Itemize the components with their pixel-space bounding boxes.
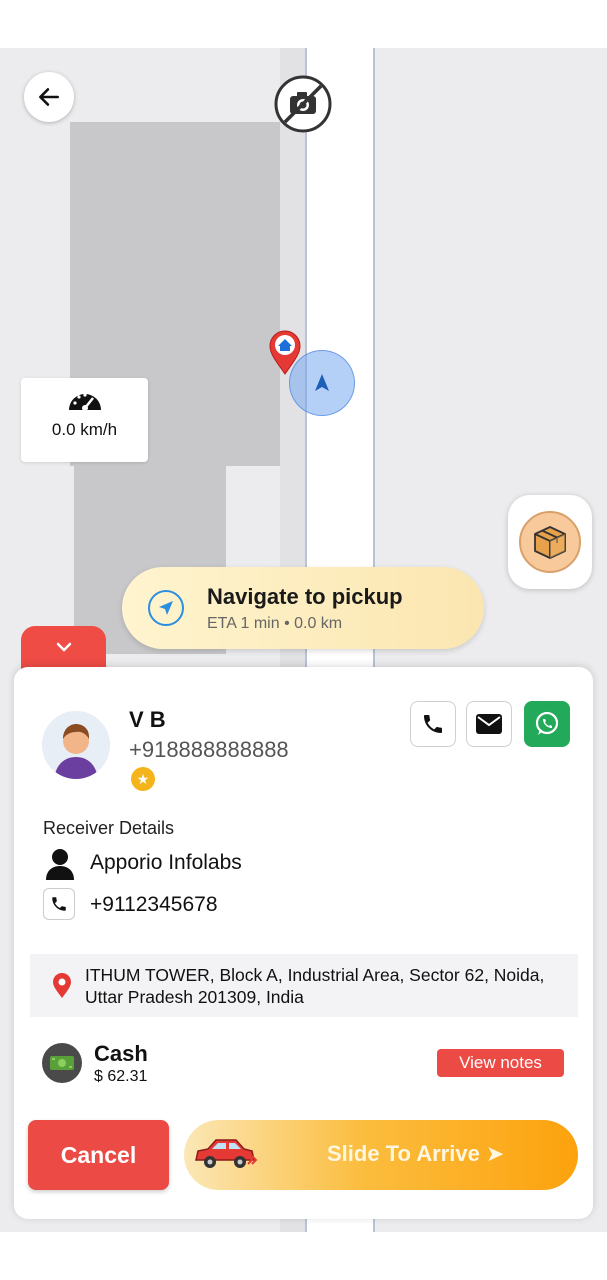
- speedometer-icon: [68, 393, 101, 411]
- view-notes-button[interactable]: View notes: [437, 1049, 564, 1077]
- cash-icon: [42, 1043, 82, 1083]
- person-icon: [46, 849, 74, 880]
- phone-icon: [52, 897, 66, 911]
- receiver-details-label: Receiver Details: [43, 818, 175, 838]
- navigate-eta: ETA 1 min • 0.0 km: [207, 615, 343, 632]
- payment-method: Cash: [94, 1041, 148, 1066]
- current-location-marker: [289, 350, 355, 416]
- navigate-to-pickup-banner[interactable]: Navigate to pickup ETA 1 min • 0.0 km: [122, 567, 484, 649]
- car-icon[interactable]: [192, 1134, 258, 1174]
- whatsapp-button[interactable]: [524, 701, 570, 747]
- parcel-button[interactable]: [508, 495, 592, 589]
- back-arrow-icon: [39, 88, 59, 106]
- receiver-call-button[interactable]: [43, 888, 75, 920]
- phone-icon: [424, 715, 442, 733]
- receiver-name: Apporio Infolabs: [90, 851, 242, 874]
- whatsapp-icon: [535, 711, 559, 735]
- avatar: [42, 711, 110, 779]
- trip-details-sheet: V B +918888888888 ★ Receiver Details App…: [14, 667, 593, 1219]
- call-button[interactable]: [410, 701, 456, 747]
- navigate-title: Navigate to pickup: [207, 584, 403, 609]
- message-button[interactable]: [466, 701, 512, 747]
- payment-amount: $ 62.31: [94, 1068, 148, 1085]
- address-card: ITHUM TOWER, Block A, Industrial Area, S…: [30, 954, 578, 1017]
- chevron-down-icon: [56, 642, 71, 652]
- back-button[interactable]: [24, 72, 74, 122]
- navigation-arrow-icon: [315, 374, 329, 391]
- customer-phone: +918888888888: [129, 737, 289, 762]
- address-text: ITHUM TOWER, Block A, Industrial Area, S…: [85, 965, 545, 1007]
- camera-off-icon: [274, 75, 332, 133]
- camera-toggle-button[interactable]: [273, 74, 333, 134]
- star-icon: ★: [131, 767, 155, 791]
- receiver-phone: +9112345678: [90, 893, 218, 916]
- slide-to-arrive-label: Slide To Arrive ➤: [327, 1141, 505, 1166]
- location-pin-icon: [53, 973, 71, 998]
- slide-to-arrive-slider[interactable]: Slide To Arrive ➤: [184, 1120, 578, 1190]
- navigation-icon: [148, 590, 184, 626]
- customer-name: V B: [129, 707, 166, 732]
- speed-value: 0.0 km/h: [51, 420, 118, 439]
- bottom-band: [0, 1232, 607, 1280]
- cancel-button[interactable]: Cancel: [28, 1120, 169, 1190]
- speedometer-panel: 0.0 km/h: [21, 378, 148, 462]
- mail-icon: [476, 714, 502, 734]
- parcel-box-icon: [534, 526, 566, 559]
